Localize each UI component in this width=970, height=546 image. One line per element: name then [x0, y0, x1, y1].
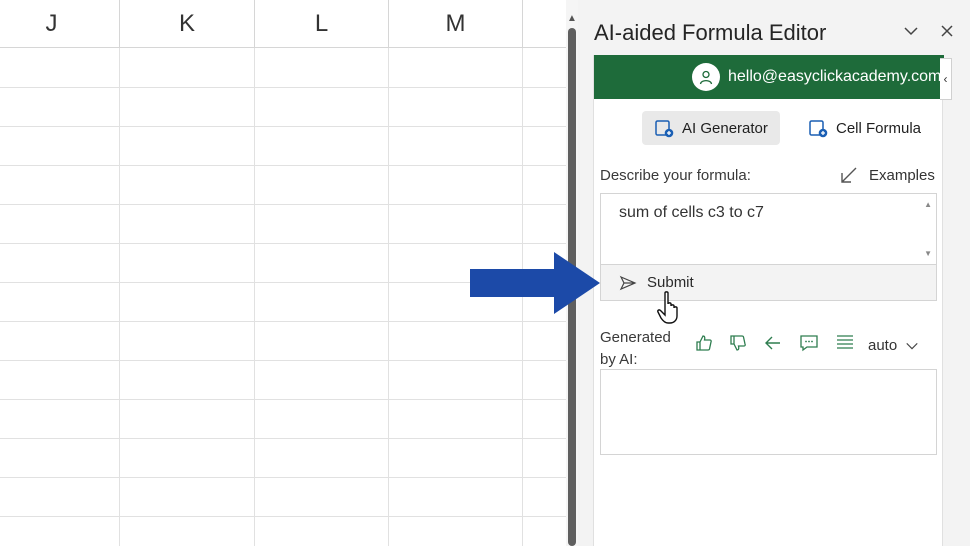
column-label: J [45, 9, 58, 37]
gridline [254, 48, 255, 546]
auto-select[interactable]: auto [868, 337, 919, 354]
column-label: M [445, 9, 466, 37]
gridline [0, 516, 566, 517]
ai-generator-label: AI Generator [682, 119, 768, 137]
cell-formula-button[interactable]: Cell Formula [796, 111, 933, 145]
scroll-up-icon[interactable]: ▲ [924, 200, 932, 209]
examples-arrow-icon [841, 167, 857, 183]
back-arrow-icon[interactable] [761, 331, 785, 355]
gridline [388, 48, 389, 546]
column-header-j[interactable]: J [0, 0, 120, 48]
formula-editor-pane: AI-aided Formula Editor hello@easyclicka… [590, 0, 970, 546]
generated-label: Generated by AI: [600, 329, 671, 368]
send-icon [619, 275, 637, 290]
annotation-arrow [470, 252, 600, 314]
chevron-down-icon[interactable] [900, 20, 922, 42]
cell-formula-icon [809, 120, 828, 138]
examples-label: Examples [869, 166, 935, 184]
gridline [0, 477, 566, 478]
cell-formula-label: Cell Formula [836, 119, 922, 137]
column-header-m[interactable]: M [389, 0, 523, 48]
addin-content: hello@easyclickacademy.com AI Generator … [593, 55, 944, 546]
ai-generator-icon [655, 120, 674, 138]
thumbs-up-icon[interactable] [692, 331, 716, 355]
examples-link[interactable]: Examples [839, 165, 935, 185]
collapse-pane-tab[interactable]: ‹ [940, 58, 952, 100]
comment-icon[interactable] [797, 331, 821, 355]
auto-select-value: auto [868, 337, 898, 354]
gridline [0, 438, 566, 439]
column-label: K [178, 9, 195, 37]
chevron-down-icon [906, 342, 918, 349]
list-icon[interactable] [833, 331, 857, 355]
close-icon[interactable] [936, 20, 958, 42]
formula-input[interactable]: sum of cells c3 to c7 ▲ ▼ [600, 193, 937, 265]
account-bar[interactable]: hello@easyclickacademy.com [594, 55, 944, 99]
gridline [0, 87, 566, 88]
person-icon [692, 63, 720, 91]
gridline [0, 204, 566, 205]
gridline [119, 48, 120, 546]
gridline [0, 399, 566, 400]
gridline [0, 360, 566, 361]
formula-input-text: sum of cells c3 to c7 [619, 204, 764, 221]
gridline [0, 165, 566, 166]
column-header-n[interactable] [523, 0, 566, 48]
scroll-up-icon[interactable]: ▲ [566, 12, 578, 24]
ai-generator-button[interactable]: AI Generator [642, 111, 780, 145]
pane-title: AI-aided Formula Editor [594, 20, 827, 45]
submit-label: Submit [647, 274, 694, 291]
gridline [0, 321, 566, 322]
gridline [0, 243, 566, 244]
account-email: hello@easyclickacademy.com [728, 68, 942, 85]
scroll-down-icon[interactable]: ▼ [924, 249, 932, 258]
gridline [0, 126, 566, 127]
column-header-l[interactable]: L [255, 0, 389, 48]
excel-window: J K L M ▲ AI-aided Formula Editor hello@… [0, 0, 970, 546]
generated-output[interactable] [600, 369, 937, 455]
describe-label: Describe your formula: [600, 167, 751, 184]
thumbs-down-icon[interactable] [726, 331, 750, 355]
column-header-k[interactable]: K [120, 0, 255, 48]
hand-cursor-icon [657, 291, 678, 324]
column-label: L [314, 9, 329, 37]
submit-button[interactable]: Submit [600, 265, 937, 301]
